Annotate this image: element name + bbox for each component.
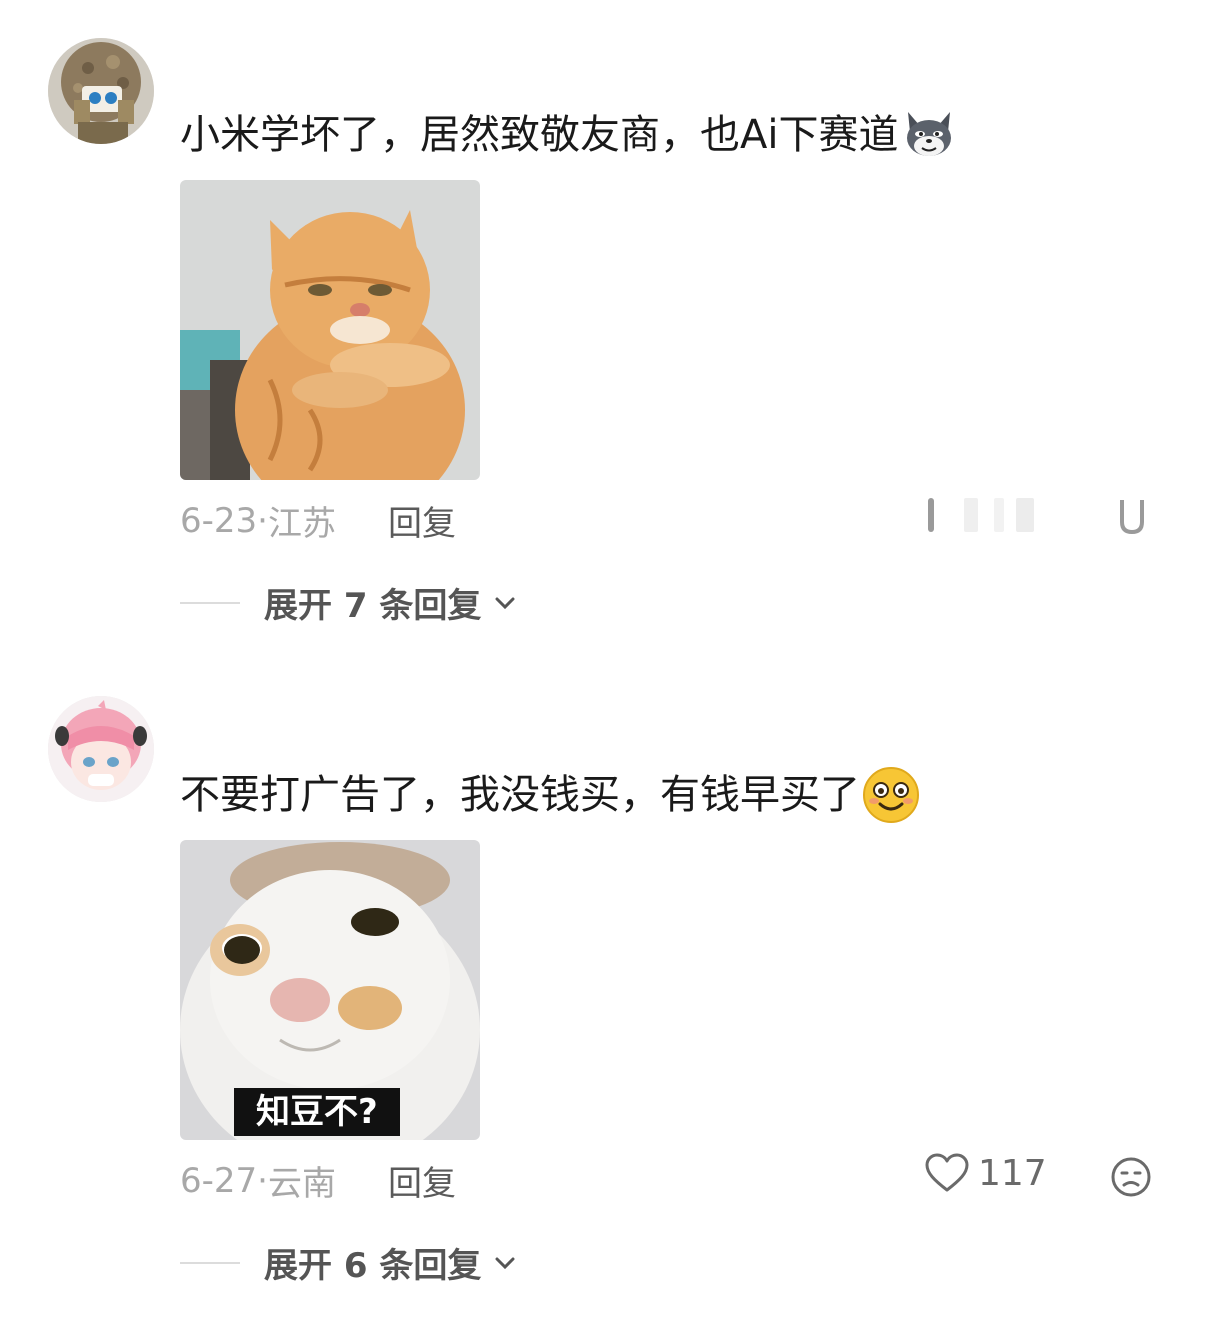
comment-text: 小米学坏了，居然致敬友商，也Ai下赛道: [180, 106, 958, 164]
comment-date: 6-27: [180, 1160, 258, 1201]
sticker-image-orange-cat[interactable]: [180, 180, 480, 480]
comment-body: 不要打广告了，我没钱买，有钱早买了: [180, 772, 860, 818]
avatar-soldier-figure-icon: [48, 38, 154, 144]
expand-replies-button[interactable]: 展开 7 条回复: [180, 578, 519, 627]
comment-location: 云南: [267, 1164, 336, 1204]
orange-cat-image: [180, 180, 480, 480]
heart-icon: [925, 1153, 969, 1192]
comment-meta: 6-23 · 江苏 回复: [180, 496, 456, 545]
like-area-loading: [924, 492, 1154, 538]
comment-location: 江苏: [267, 504, 336, 544]
chevron-down-icon: [495, 597, 515, 609]
expand-replies-label: 展开 6 条回复: [264, 1246, 482, 1286]
comment-body: 小米学坏了，居然致敬友商，也Ai下赛道: [180, 112, 899, 158]
divider: [180, 1261, 240, 1264]
like-button[interactable]: 117: [924, 1152, 1047, 1194]
avatar[interactable]: [48, 38, 154, 144]
smile-emoji-icon: [863, 767, 919, 823]
chevron-down-icon: [495, 1257, 515, 1269]
meta-separator: ·: [257, 1160, 268, 1201]
wolf-emoji-icon: [907, 112, 952, 156]
meta-separator: ·: [257, 500, 268, 541]
reply-button[interactable]: 回复: [388, 496, 456, 545]
sticker-caption: 知豆不?: [234, 1088, 400, 1136]
avatar[interactable]: [48, 696, 154, 802]
loading-placeholder-icon: [928, 498, 1144, 535]
dislike-face-icon[interactable]: [1110, 1156, 1152, 1198]
expand-replies-label: 展开 7 条回复: [264, 586, 482, 626]
reply-button[interactable]: 回复: [388, 1156, 456, 1205]
avatar-pink-anime-girl-icon: [48, 696, 154, 802]
sticker-image-white-cat[interactable]: 知豆不?: [180, 840, 480, 1140]
like-count: 117: [978, 1152, 1047, 1194]
expand-replies-button[interactable]: 展开 6 条回复: [180, 1238, 519, 1287]
comment-meta: 6-27 · 云南 回复: [180, 1156, 456, 1205]
comment-date: 6-23: [180, 500, 258, 541]
divider: [180, 601, 240, 604]
comment-text: 不要打广告了，我没钱买，有钱早买了: [180, 766, 920, 824]
